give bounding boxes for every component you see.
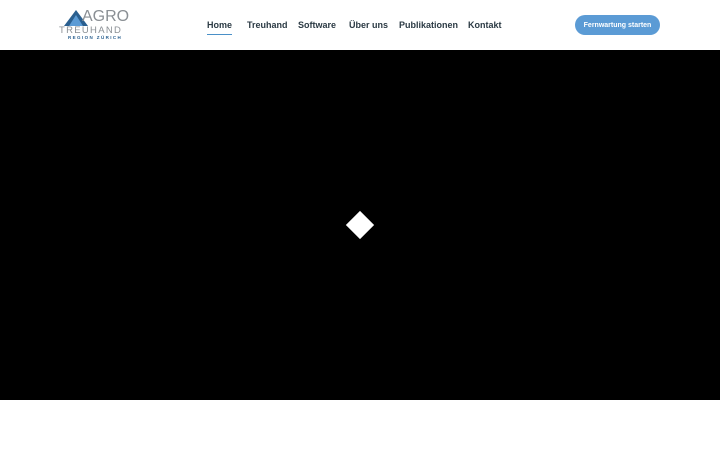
nav-item-publikationen[interactable]: Publikationen [399, 18, 458, 32]
diamond-loader-icon [345, 210, 375, 240]
nav-item-home[interactable]: Home [207, 18, 233, 35]
logo-region: REGION ZÜRICH [68, 35, 123, 40]
site-header: AGRO TREUHAND REGION ZÜRICH Home Treuhan… [0, 0, 720, 50]
content-area [0, 400, 720, 450]
nav-item-kontakt[interactable]: Kontakt [468, 18, 502, 32]
nav-item-treuhand[interactable]: Treuhand [247, 18, 288, 32]
hero-video-area[interactable] [0, 50, 720, 400]
nav-item-ueber-uns[interactable]: Über uns [349, 18, 388, 32]
logo-wordmark: AGRO [82, 8, 130, 25]
nav-item-software[interactable]: Software [298, 18, 336, 32]
site-logo[interactable]: AGRO TREUHAND REGION ZÜRICH [58, 8, 134, 42]
remote-support-button[interactable]: Fernwartung starten [575, 15, 660, 35]
